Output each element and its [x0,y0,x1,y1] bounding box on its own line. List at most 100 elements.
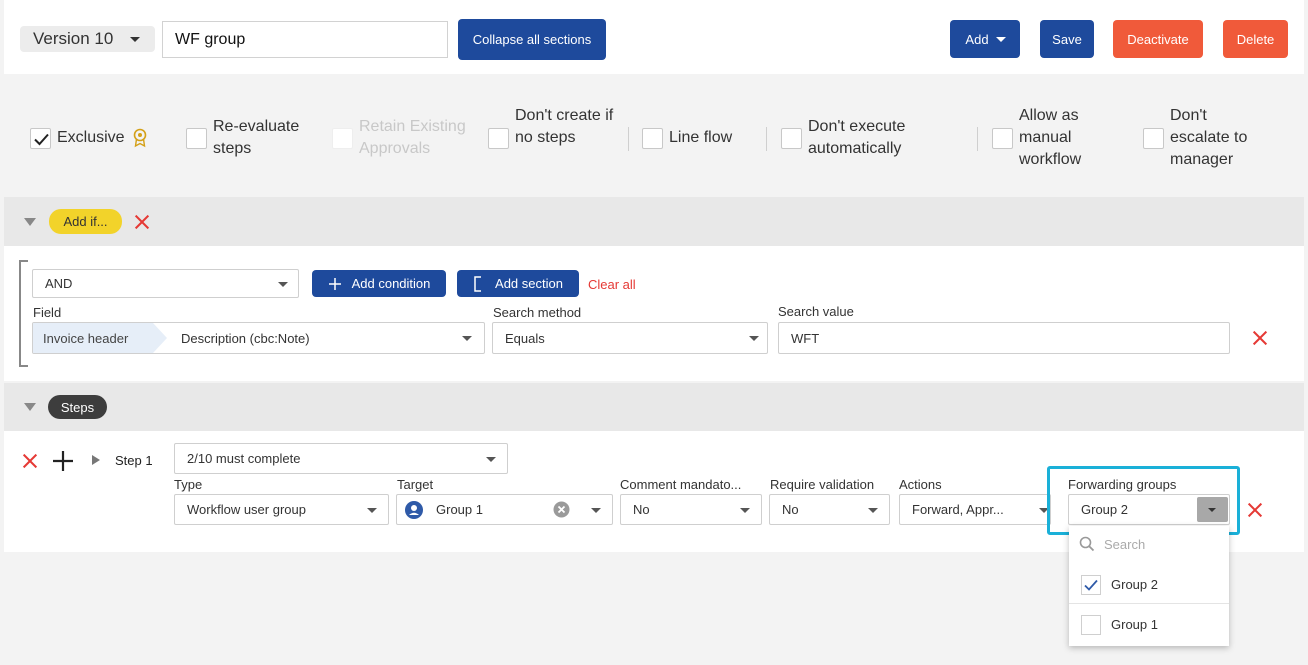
forwarding-groups-label: Forwarding groups [1068,477,1177,492]
plus-icon[interactable] [52,450,74,472]
dropdown-item[interactable]: Group 1 [1069,606,1229,644]
add-button-label: Add [965,31,989,47]
steps-section-header [4,383,1304,431]
reevaluate-label: Re-evaluate steps [213,118,300,157]
chevron-down-icon [868,508,878,513]
checkmark-icon [1084,579,1098,591]
comment-mandatory-select[interactable]: No [620,494,762,525]
close-icon[interactable] [134,214,150,230]
search-method-label: Search method [493,305,582,320]
steps-badge[interactable]: Steps [48,395,107,419]
add-if-body [4,246,1304,381]
search-value: WFT [791,330,820,346]
add-if-badge[interactable]: Add if... [49,209,122,234]
complete-rule-select[interactable]: 2/10 must complete [174,443,508,474]
actions-select[interactable]: Forward, Appr... [899,494,1051,525]
close-icon[interactable] [1247,502,1263,518]
user-avatar-icon [405,500,423,519]
collapse-triangle-icon[interactable] [24,218,36,226]
chevron-down-icon [486,457,496,462]
require-validation-select[interactable]: No [769,494,890,525]
close-icon[interactable] [22,453,38,469]
search-method-value: Equals [505,330,545,346]
forwarding-groups-select[interactable]: Group 2 [1068,494,1230,525]
target-value: Group 1 [436,502,483,517]
search-value-input[interactable]: WFT [778,322,1230,354]
comment-mandatory-value: No [633,502,650,517]
deactivate-button[interactable]: Deactivate [1113,20,1203,58]
field-select[interactable]: Invoice header Description (cbc:Note) [32,322,485,354]
dropdown-item[interactable]: Group 2 [1069,566,1229,604]
actions-value: Forward, Appr... [912,502,1004,517]
divider [766,127,767,151]
clear-circle-icon[interactable] [553,501,570,518]
add-section-label: Add section [495,276,563,291]
collapse-all-button[interactable]: Collapse all sections [458,19,606,60]
target-select[interactable]: Group 1 [396,494,613,525]
search-value-label: Search value [778,304,854,319]
dropdown-toggle[interactable] [1197,497,1228,522]
award-icon [133,128,147,148]
plus-icon [328,277,341,290]
chevron-down-icon [996,37,1006,42]
clear-all-link[interactable]: Clear all [588,277,636,292]
workflow-name-input[interactable]: WF group [162,21,448,58]
actions-label: Actions [899,477,942,492]
dropdown-item-label: Group 2 [1111,577,1158,592]
delete-button[interactable]: Delete [1223,20,1288,58]
add-condition-button[interactable]: Add condition [312,270,446,297]
group-bracket [19,260,28,367]
item-checkbox [1081,615,1101,635]
chevron-down-icon [591,508,601,513]
chevron-down-icon [462,336,472,341]
type-label: Type [174,477,203,492]
chevron-down-icon [367,508,377,513]
version-select[interactable]: Version 10 [20,26,155,52]
add-section-button[interactable]: Add section [457,270,579,297]
allow-manual-checkbox[interactable] [992,128,1013,149]
item-checkbox [1081,575,1101,595]
version-label: Version 10 [33,29,114,48]
close-icon[interactable] [1252,330,1268,346]
type-value: Workflow user group [187,502,306,517]
bracket-icon [474,275,482,292]
checkmark-icon [34,133,49,146]
comment-mandatory-label: Comment mandato... [620,477,742,492]
target-label: Target [397,477,434,492]
field-value: Description (cbc:Note) [181,331,310,346]
chevron-down-icon [740,508,750,513]
forwarding-groups-dropdown: Search Group 2 Group 1 [1069,526,1229,646]
add-button[interactable]: Add [950,20,1020,58]
operator-value: AND [45,276,73,291]
dont-escalate-checkbox[interactable] [1143,128,1164,149]
exclusive-checkbox[interactable] [30,128,51,149]
retain-label: Retain Existing Approvals [359,118,466,157]
collapse-triangle-icon[interactable] [24,403,36,411]
dont-create-label: Don't create if no steps [515,107,614,146]
line-flow-checkbox[interactable] [642,128,663,149]
chevron-down-icon [130,37,140,42]
chevron-down-icon [278,282,288,287]
operator-select[interactable]: AND [32,269,299,298]
type-select[interactable]: Workflow user group [174,494,389,525]
add-condition-label: Add condition [351,276,431,291]
reevaluate-checkbox[interactable] [186,128,207,149]
chevron-down-icon [1208,508,1216,512]
search-method-select[interactable]: Equals [492,322,768,354]
field-group-value: Invoice header [43,331,129,346]
dropdown-search[interactable]: Search [1069,526,1229,564]
workflow-name-value: WF group [175,30,246,48]
divider [977,127,978,151]
step-label: Step 1 [115,453,153,468]
expand-triangle-icon[interactable] [92,455,100,465]
dropdown-search-placeholder: Search [1104,537,1146,552]
save-button[interactable]: Save [1040,20,1094,58]
dont-create-checkbox[interactable] [488,128,509,149]
add-if-section-header [4,197,1304,246]
require-validation-label: Require validation [770,477,875,492]
exclusive-label: Exclusive [57,129,125,146]
search-icon [1079,536,1095,552]
dont-execute-checkbox[interactable] [781,128,802,149]
complete-rule-value: 2/10 must complete [187,451,301,466]
require-validation-value: No [782,502,799,517]
